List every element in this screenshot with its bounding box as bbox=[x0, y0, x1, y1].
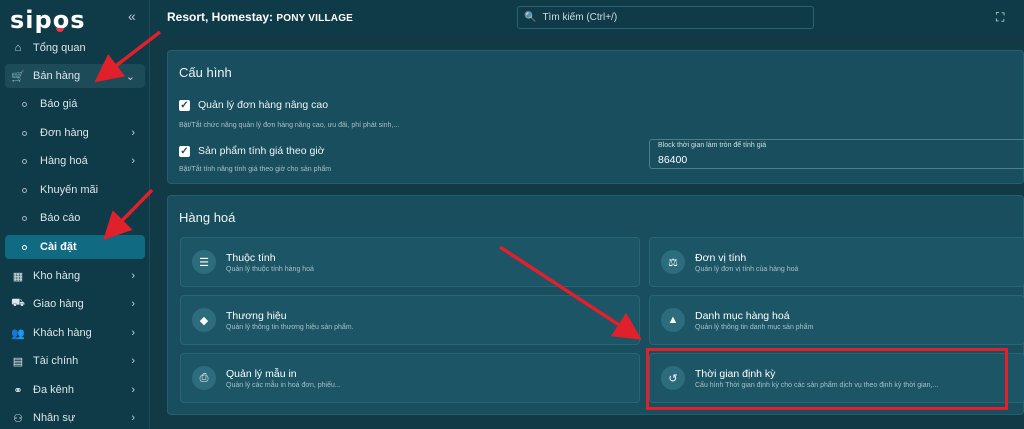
card-title: Thương hiệu bbox=[226, 310, 287, 322]
card-categories[interactable]: ▲ Danh mục hàng hoá Quản lý thông tin da… bbox=[649, 295, 1024, 345]
sidebar-item-reports[interactable]: Báo cáo bbox=[5, 206, 145, 230]
sidebar-item-label: Bán hàng bbox=[33, 70, 81, 82]
chevron-right-icon: › bbox=[131, 127, 135, 139]
card-attributes[interactable]: ☰ Thuộc tính Quản lý thuộc tính hàng hoá bbox=[180, 237, 640, 287]
calculator-icon: ▤ bbox=[12, 355, 24, 368]
hourly-price-label: Sản phẩm tính giá theo giờ bbox=[198, 145, 325, 157]
card-title: Đơn vị tính bbox=[695, 252, 747, 264]
sidebar-item-label: Khách hàng bbox=[33, 327, 92, 339]
sidebar-item-staff[interactable]: ⚇ Nhân sự › bbox=[5, 406, 145, 429]
chevron-right-icon: › bbox=[131, 412, 135, 424]
card-title: Danh mục hàng hoá bbox=[695, 310, 790, 322]
sidebar-item-orders[interactable]: Đơn hàng › bbox=[5, 121, 145, 145]
list-icon: ☰ bbox=[192, 250, 216, 274]
top-header: Resort, Homestay: PONY VILLAGE 🔍 Tìm kiế… bbox=[150, 0, 1024, 36]
sidebar: sipos « ⌂ Tổng quan 🛒 Bán hàng ⌄ Báo giá… bbox=[0, 0, 150, 429]
circle-icon bbox=[22, 130, 27, 136]
block-time-label: Block thời gian làm tròn để tính giá bbox=[658, 142, 767, 149]
card-desc: Quản lý thông tin thương hiệu sản phẩm. bbox=[226, 324, 354, 331]
chevron-right-icon: › bbox=[131, 384, 135, 396]
chevron-right-icon: › bbox=[131, 298, 135, 310]
printer-icon: ⎙ bbox=[192, 366, 216, 390]
checkbox-checked-icon[interactable]: ✓ bbox=[179, 145, 190, 157]
sidebar-item-label: Tài chính bbox=[33, 355, 79, 367]
sidebar-item-promotions[interactable]: Khuyến mãi bbox=[5, 178, 145, 202]
sidebar-item-goods[interactable]: Hàng hoá › bbox=[5, 149, 145, 173]
circle-icon bbox=[22, 187, 27, 193]
chevron-right-icon: › bbox=[131, 270, 135, 282]
card-desc: Quản lý thuộc tính hàng hoá bbox=[226, 266, 314, 273]
sidebar-item-warehouse[interactable]: ▦ Kho hàng › bbox=[5, 264, 145, 288]
sidebar-item-label: Hàng hoá bbox=[40, 155, 88, 167]
hourly-price-toggle[interactable]: ✓ Sản phẩm tính giá theo giờ bbox=[179, 145, 325, 157]
sidebar-item-settings[interactable]: Cài đặt bbox=[5, 235, 145, 259]
category-icon: ▲ bbox=[661, 308, 685, 332]
sidebar-item-label: Đơn hàng bbox=[40, 127, 89, 139]
sidebar-item-multichannel[interactable]: ⚭ Đa kênh › bbox=[5, 378, 145, 402]
users-icon: 👥 bbox=[11, 327, 25, 340]
shortcut-icon[interactable]: ⛶ bbox=[996, 10, 1004, 25]
chevron-right-icon: › bbox=[131, 155, 135, 167]
sidebar-item-label: Tổng quan bbox=[33, 42, 86, 54]
sidebar-item-customers[interactable]: 👥 Khách hàng › bbox=[5, 321, 145, 345]
warehouse-icon: ▦ bbox=[12, 270, 24, 283]
chevron-right-icon: › bbox=[131, 355, 135, 367]
sidebar-item-finance[interactable]: ▤ Tài chính › bbox=[5, 349, 145, 373]
sidebar-item-shipping[interactable]: ⛟ Giao hàng › bbox=[5, 292, 145, 316]
search-input[interactable]: 🔍 Tìm kiếm (Ctrl+/) bbox=[517, 6, 814, 29]
scale-icon: ⚖ bbox=[661, 250, 685, 274]
hourly-price-hint: Bật/Tắt tính năng tính giá theo giờ cho … bbox=[179, 166, 332, 173]
config-title: Cấu hình bbox=[179, 65, 232, 80]
card-desc: Quản lý các mẫu in hoá đơn, phiếu... bbox=[226, 382, 341, 389]
sidebar-item-sales[interactable]: 🛒 Bán hàng ⌄ bbox=[5, 64, 145, 88]
sidebar-item-label: Cài đặt bbox=[40, 241, 77, 253]
chevron-down-icon: ⌄ bbox=[125, 70, 135, 83]
sipos-logo[interactable]: sipos bbox=[10, 6, 86, 34]
sidebar-item-label: Báo giá bbox=[40, 98, 78, 110]
circle-icon bbox=[22, 244, 27, 250]
card-print-templates[interactable]: ⎙ Quản lý mẫu in Quản lý các mẫu in hoá … bbox=[180, 353, 640, 403]
circle-icon bbox=[22, 215, 27, 221]
search-icon: 🔍 bbox=[524, 12, 537, 23]
sidebar-item-label: Đa kênh bbox=[33, 384, 74, 396]
config-panel: Cấu hình ✓ Quản lý đơn hàng nâng cao Bật… bbox=[167, 50, 1024, 184]
block-time-field[interactable]: Block thời gian làm tròn để tính giá 864… bbox=[649, 139, 1024, 169]
staff-icon: ⚇ bbox=[13, 412, 23, 425]
sidebar-item-label: Nhân sự bbox=[33, 412, 76, 424]
sidebar-item-label: Báo cáo bbox=[40, 212, 81, 224]
sidebar-item-overview[interactable]: ⌂ Tổng quan bbox=[5, 36, 145, 60]
card-title: Quản lý mẫu in bbox=[226, 368, 297, 380]
channels-icon: ⚭ bbox=[13, 384, 23, 397]
collapse-sidebar-icon[interactable]: « bbox=[128, 8, 136, 24]
checkbox-checked-icon[interactable]: ✓ bbox=[179, 99, 190, 111]
chevron-right-icon: › bbox=[131, 327, 135, 339]
circle-icon bbox=[22, 158, 27, 164]
sidebar-item-label: Kho hàng bbox=[33, 270, 81, 282]
home-icon: ⌂ bbox=[14, 42, 22, 54]
card-title: Thuộc tính bbox=[226, 252, 276, 264]
card-units[interactable]: ⚖ Đơn vị tính Quản lý đơn vị tính của hà… bbox=[649, 237, 1024, 287]
truck-icon: ⛟ bbox=[11, 297, 25, 309]
card-desc: Quản lý đơn vị tính của hàng hoá bbox=[695, 266, 799, 273]
circle-icon bbox=[22, 101, 27, 107]
goods-title: Hàng hoá bbox=[179, 210, 236, 225]
search-placeholder: Tìm kiếm (Ctrl+/) bbox=[542, 12, 618, 23]
sidebar-item-quotes[interactable]: Báo giá bbox=[5, 92, 145, 116]
advanced-orders-hint: Bật/Tắt chức năng quản lý đơn hàng nâng … bbox=[179, 122, 400, 129]
tag-icon: ◆ bbox=[192, 308, 216, 332]
cart-icon: 🛒 bbox=[11, 70, 25, 83]
block-time-value[interactable]: 86400 bbox=[658, 154, 687, 166]
advanced-orders-toggle[interactable]: ✓ Quản lý đơn hàng nâng cao bbox=[179, 99, 328, 111]
page-title: Resort, Homestay: PONY VILLAGE bbox=[167, 10, 354, 24]
sidebar-item-label: Khuyến mãi bbox=[40, 184, 99, 196]
advanced-orders-label: Quản lý đơn hàng nâng cao bbox=[198, 99, 329, 111]
annotation-highlight-box bbox=[646, 348, 1008, 410]
sidebar-item-label: Giao hàng bbox=[33, 298, 84, 310]
card-brands[interactable]: ◆ Thương hiệu Quản lý thông tin thương h… bbox=[180, 295, 640, 345]
card-desc: Quản lý thông tin danh mục sản phẩm bbox=[695, 324, 814, 331]
